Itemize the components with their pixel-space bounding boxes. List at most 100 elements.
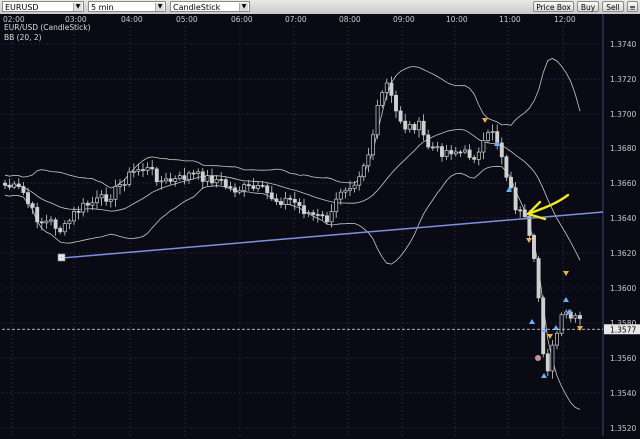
- chart-type-value: CandleStick: [173, 3, 221, 12]
- candle-body-up: [145, 166, 150, 171]
- candle-body-down: [168, 178, 173, 182]
- candle-body-down: [297, 202, 302, 207]
- candle-body-up: [463, 149, 467, 153]
- candle-body-up: [72, 211, 76, 222]
- chevron-down-icon[interactable]: ▼: [239, 3, 248, 11]
- candle-body-up: [67, 220, 72, 224]
- candle-body-down: [578, 315, 582, 319]
- candle-body-down: [228, 186, 233, 189]
- candle-body-up: [62, 223, 67, 233]
- exit-marker: [535, 355, 541, 361]
- candle-body-down: [39, 221, 44, 224]
- price-label: 1.3600: [610, 284, 636, 293]
- candle-body-up: [164, 178, 168, 182]
- candle-body-up: [435, 146, 440, 149]
- candle-body-down: [141, 169, 145, 171]
- candle-body-up: [444, 150, 449, 157]
- chevron-down-icon[interactable]: ▼: [73, 3, 82, 11]
- candle-body-up: [555, 332, 559, 346]
- price-box-button[interactable]: Price Box: [533, 1, 574, 12]
- time-label: 06:00: [231, 15, 253, 24]
- candle-body-down: [518, 209, 523, 212]
- timeframe-value: 5 min: [91, 3, 114, 12]
- candle-body-down: [292, 199, 297, 203]
- candle-body-up: [476, 151, 481, 160]
- candle-body-up: [338, 191, 343, 200]
- candle-body-up: [357, 176, 362, 186]
- price-label: 1.3540: [610, 389, 636, 398]
- candle-body-up: [371, 134, 375, 156]
- candle-body-up: [481, 140, 486, 153]
- candle-body-up: [380, 92, 385, 106]
- price-label: 1.3720: [610, 75, 636, 84]
- candle-body-down: [536, 258, 541, 299]
- candle-body-down: [3, 182, 7, 186]
- candle-body-down: [246, 184, 251, 186]
- candle-body-up: [49, 219, 53, 222]
- candle-body-up: [81, 202, 86, 213]
- candle-body-down: [30, 203, 35, 208]
- candle-body-down: [85, 202, 90, 206]
- candle-body-up: [283, 197, 288, 205]
- candle-body-up: [131, 170, 136, 173]
- candle-body-up: [329, 211, 334, 223]
- candle-body-up: [242, 184, 247, 191]
- price-label: 1.3700: [610, 110, 636, 119]
- price-chart[interactable]: ·1.3577 02:00 03:00 04:00 05:00 06:00 07:00 08…: [0, 14, 640, 439]
- candle-body-down: [76, 211, 81, 213]
- candle-body-down: [472, 157, 477, 160]
- chevron-down-icon[interactable]: ▼: [155, 3, 164, 11]
- candle-body-up: [486, 132, 490, 141]
- candle-body-up: [490, 131, 495, 133]
- candle-body-down: [398, 110, 403, 122]
- candle-body-down: [430, 146, 435, 149]
- timeframe-select[interactable]: 5 min ▼: [88, 1, 166, 12]
- candle-body-down: [269, 192, 274, 200]
- price-label: 1.3660: [610, 179, 636, 188]
- candle-body-up: [205, 175, 210, 182]
- candle-body-down: [440, 146, 444, 157]
- candle-body-down: [154, 168, 159, 183]
- price-label: 1.3740: [610, 40, 636, 49]
- candle-body-up: [559, 314, 564, 334]
- sell-button[interactable]: Sell: [602, 1, 624, 12]
- candle-body-down: [311, 212, 316, 215]
- candle-body-down: [260, 185, 265, 187]
- candle-body-down: [389, 82, 394, 96]
- candle-body-down: [58, 228, 63, 233]
- candle-body-down: [426, 134, 431, 148]
- candle-body-down: [288, 197, 293, 200]
- candle-body-up: [375, 104, 380, 136]
- price-label: 1.3620: [610, 249, 636, 258]
- candle-body-down: [421, 120, 426, 136]
- chart-type-select[interactable]: CandleStick ▼: [170, 1, 250, 12]
- menu-icon[interactable]: ≡: [627, 1, 638, 12]
- candle-body-up: [417, 120, 421, 131]
- candle-body-up: [352, 184, 357, 189]
- candle-body-up: [550, 344, 555, 372]
- candle-body-down: [325, 215, 329, 223]
- indicator-label: BB (20, 2): [4, 33, 42, 42]
- candle-body-down: [315, 214, 320, 216]
- candle-body-down: [104, 194, 109, 202]
- candle-body-up: [122, 184, 127, 186]
- candle-body-down: [210, 175, 214, 184]
- time-label: 12:00: [554, 15, 576, 24]
- candle-body-down: [504, 156, 509, 178]
- candle-body-up: [108, 198, 113, 202]
- candle-body-up: [334, 198, 339, 212]
- time-label: 08:00: [339, 15, 361, 24]
- candle-body-down: [467, 149, 472, 158]
- symbol-select[interactable]: EURUSD ▼: [2, 1, 84, 12]
- candle-body-down: [532, 235, 536, 259]
- candle-body-down: [513, 187, 518, 211]
- candle-body-down: [499, 142, 504, 158]
- candle-body-up: [90, 202, 95, 206]
- candle-body-down: [265, 185, 270, 194]
- buy-button[interactable]: Buy: [577, 1, 599, 12]
- candle-body-up: [453, 151, 458, 155]
- toolbar: EURUSD ▼ 5 min ▼ CandleStick ▼ Price Box…: [0, 0, 640, 15]
- candle-body-up: [12, 183, 17, 188]
- candle-body-down: [545, 353, 550, 372]
- candle-body-down: [53, 219, 58, 229]
